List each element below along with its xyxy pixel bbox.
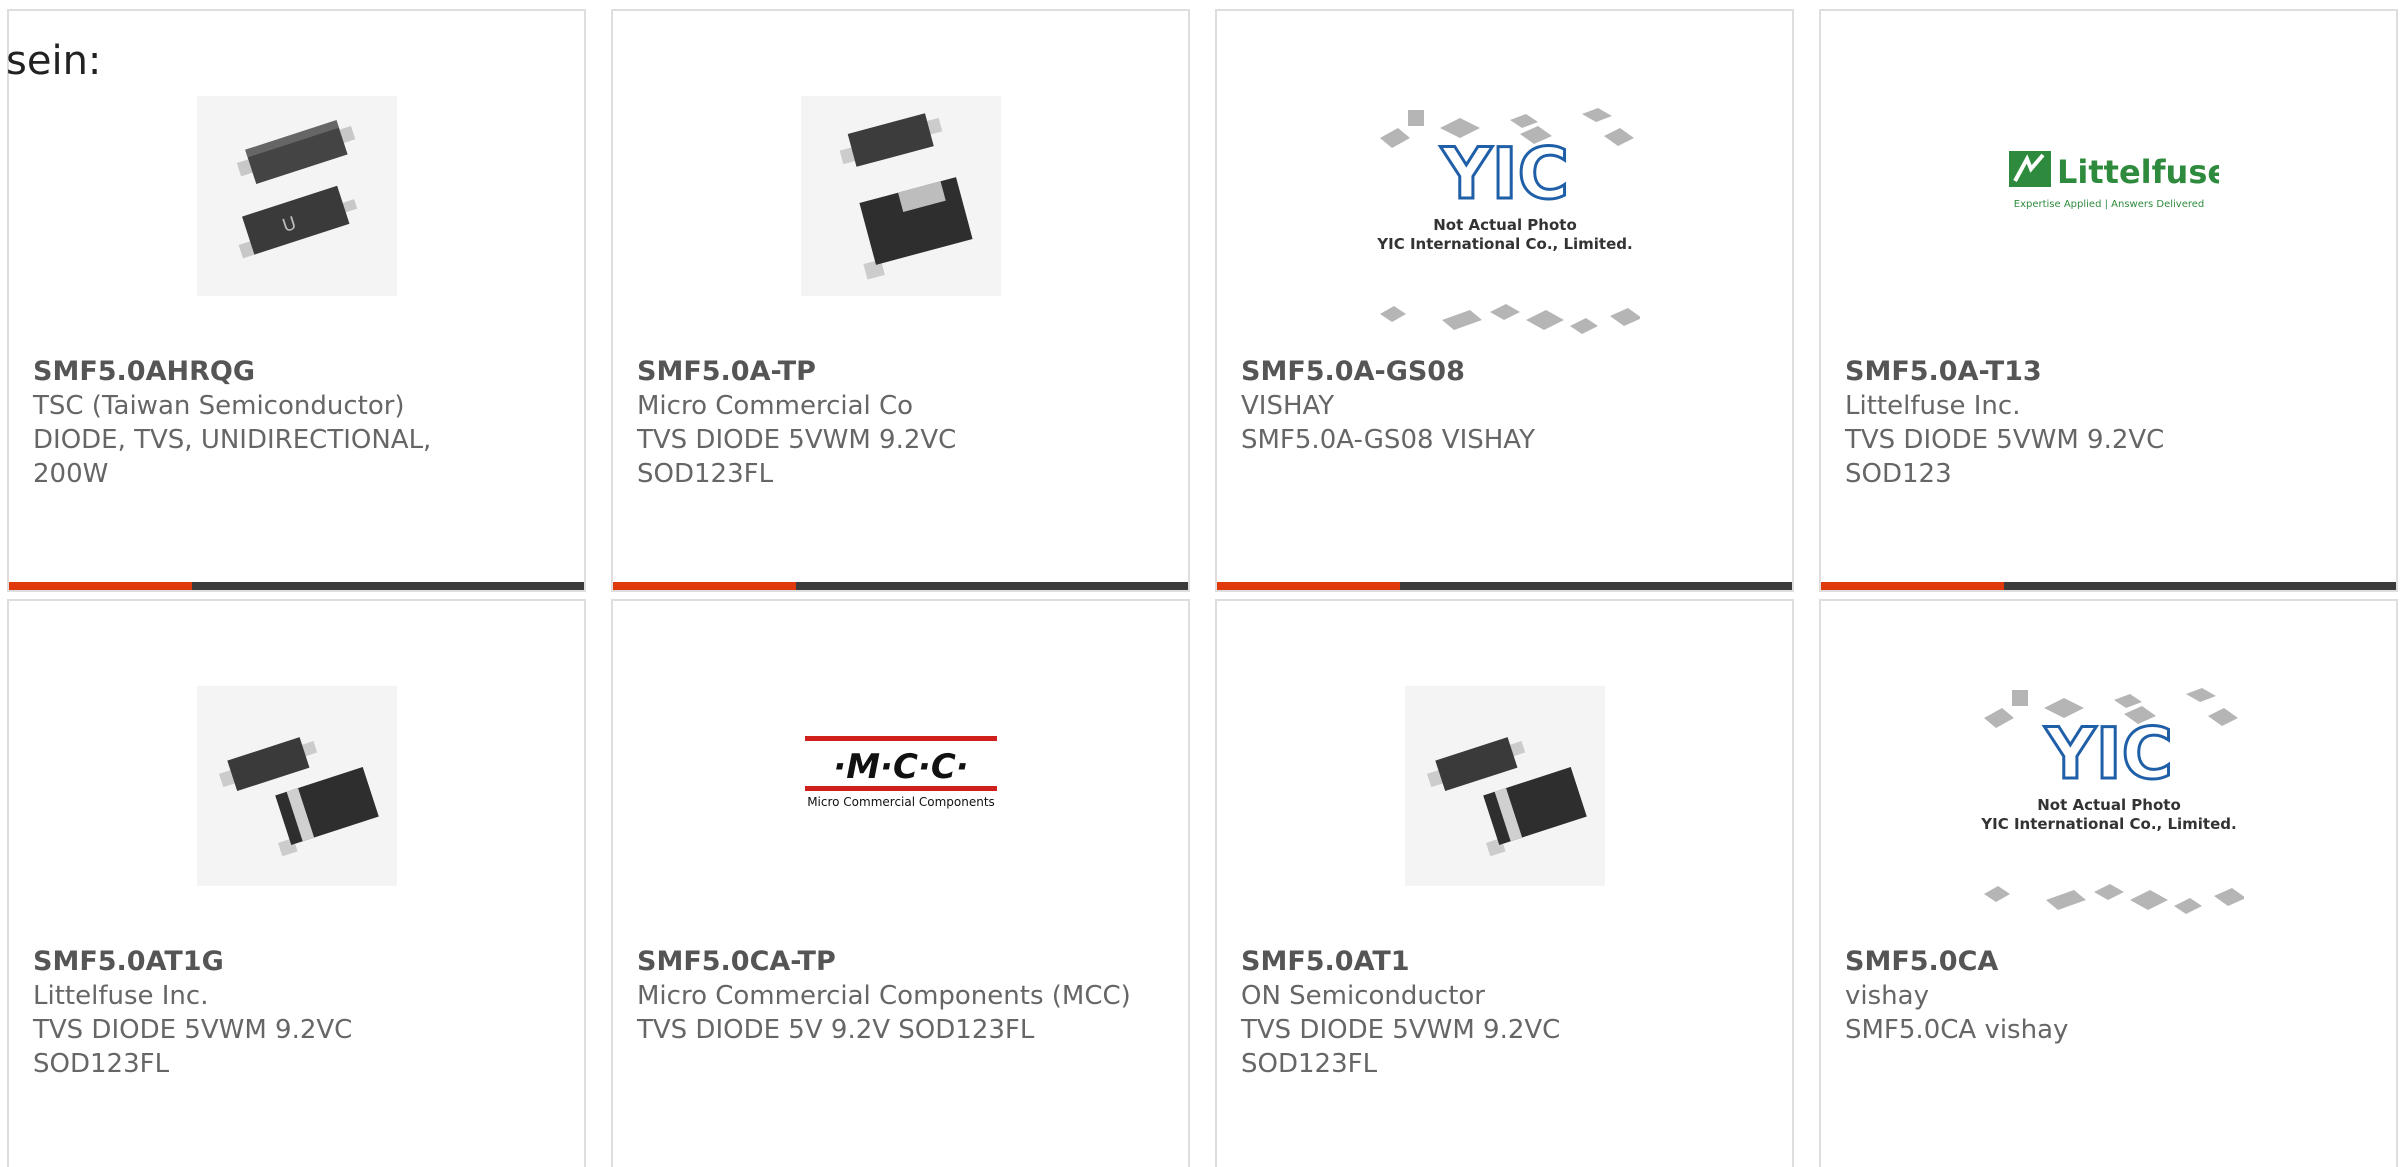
part-number[interactable]: SMF5.0CA xyxy=(1845,945,2372,979)
yic-caption-line1: Not Actual Photo xyxy=(2037,796,2181,814)
product-image[interactable]: YIC Not Actual Photo YIC International C… xyxy=(1821,681,2396,931)
card-accent-bar xyxy=(1217,582,1400,590)
product-image[interactable] xyxy=(613,71,1188,321)
mcc-logo-text: ·M·C·C· xyxy=(833,747,968,787)
manufacturer: VISHAY xyxy=(1241,391,1335,421)
manufacturer: Littelfuse Inc. xyxy=(1845,391,2021,421)
product-image[interactable]: Littelfuse Expertise Applied | Answers D… xyxy=(1821,91,2396,271)
description: TVS DIODE 5V 9.2V SOD123FL xyxy=(637,1015,1035,1045)
description: TVS DIODE 5VWM 9.2VC SOD123 xyxy=(1845,425,2165,489)
manufacturer: Micro Commercial Components (MCC) xyxy=(637,981,1131,1011)
product-image[interactable]: ᑌ xyxy=(9,71,584,321)
product-card[interactable]: SMF5.0A-TP Micro Commercial Co TVS DIODE… xyxy=(611,9,1190,592)
card-accent-bar xyxy=(9,582,192,590)
part-number[interactable]: SMF5.0A-GS08 xyxy=(1241,355,1768,389)
product-card[interactable]: SMF5.0AT1G Littelfuse Inc. TVS DIODE 5VW… xyxy=(7,599,586,1167)
part-number[interactable]: SMF5.0CA-TP xyxy=(637,945,1164,979)
description: SMF5.0A-GS08 VISHAY xyxy=(1241,425,1535,455)
manufacturer: TSC (Taiwan Semiconductor) xyxy=(33,391,405,421)
part-number[interactable]: SMF5.0AT1G xyxy=(33,945,560,979)
card-bottom-bar xyxy=(1821,582,2396,590)
card-bottom-bar xyxy=(1217,582,1792,590)
yic-caption-line2: YIC International Co., Limited. xyxy=(1980,815,2236,833)
part-number[interactable]: SMF5.0A-T13 xyxy=(1845,355,2372,389)
product-card[interactable]: YIC Not Actual Photo YIC International C… xyxy=(1215,9,1794,592)
part-number[interactable]: SMF5.0AHRQG xyxy=(33,355,560,389)
yic-logo-text: YIC xyxy=(1439,133,1568,215)
product-image[interactable]: ·M·C·C· Micro Commercial Components xyxy=(613,681,1188,861)
product-card[interactable]: ·M·C·C· Micro Commercial Components SMF5… xyxy=(611,599,1190,1167)
littelfuse-tagline: Expertise Applied | Answers Delivered xyxy=(2013,199,2204,210)
littelfuse-name: Littelfuse xyxy=(2057,153,2219,191)
diode-photo xyxy=(800,96,1001,296)
yic-logo-text: YIC xyxy=(2043,713,2172,795)
manufacturer: vishay xyxy=(1845,981,1929,1011)
diode-photo: ᑌ xyxy=(196,96,397,296)
diode-photo xyxy=(1404,686,1605,886)
description: TVS DIODE 5VWM 9.2VC SOD123FL xyxy=(637,425,957,489)
mcc-logo: ·M·C·C· Micro Commercial Components xyxy=(804,736,997,809)
description: DIODE, TVS, UNIDIRECTIONAL, 200W xyxy=(33,425,432,489)
diode-photo xyxy=(196,686,397,886)
product-image[interactable] xyxy=(9,661,584,911)
card-accent-bar xyxy=(613,582,796,590)
description: TVS DIODE 5VWM 9.2VC SOD123FL xyxy=(1241,1015,1561,1079)
product-card[interactable]: SMF5.0AT1 ON Semiconductor TVS DIODE 5VW… xyxy=(1215,599,1794,1167)
product-image[interactable]: YIC Not Actual Photo YIC International C… xyxy=(1217,101,1792,351)
yic-caption-line2: YIC International Co., Limited. xyxy=(1376,235,1632,253)
part-number[interactable]: SMF5.0AT1 xyxy=(1241,945,1768,979)
manufacturer: Littelfuse Inc. xyxy=(33,981,209,1011)
manufacturer: ON Semiconductor xyxy=(1241,981,1485,1011)
yic-caption-line1: Not Actual Photo xyxy=(1433,216,1577,234)
intro-text: sein: xyxy=(6,38,102,84)
description: TVS DIODE 5VWM 9.2VC SOD123FL xyxy=(33,1015,353,1079)
description: SMF5.0CA vishay xyxy=(1845,1015,2069,1045)
yic-placeholder-image: YIC Not Actual Photo YIC International C… xyxy=(1376,108,1640,334)
part-number[interactable]: SMF5.0A-TP xyxy=(637,355,1164,389)
yic-placeholder-image: YIC Not Actual Photo YIC International C… xyxy=(1980,688,2244,914)
card-bottom-bar xyxy=(9,582,584,590)
product-card[interactable]: YIC Not Actual Photo YIC International C… xyxy=(1819,599,2398,1167)
mcc-tagline: Micro Commercial Components xyxy=(807,795,995,809)
product-card[interactable]: ᑌ SMF5.0AHRQG TSC (Taiwan Semiconductor)… xyxy=(7,9,586,592)
manufacturer: Micro Commercial Co xyxy=(637,391,914,421)
product-card[interactable]: Littelfuse Expertise Applied | Answers D… xyxy=(1819,9,2398,592)
card-bottom-bar xyxy=(613,582,1188,590)
card-accent-bar xyxy=(1821,582,2004,590)
product-image[interactable] xyxy=(1217,661,1792,911)
littelfuse-logo: Littelfuse Expertise Applied | Answers D… xyxy=(2008,151,2219,210)
